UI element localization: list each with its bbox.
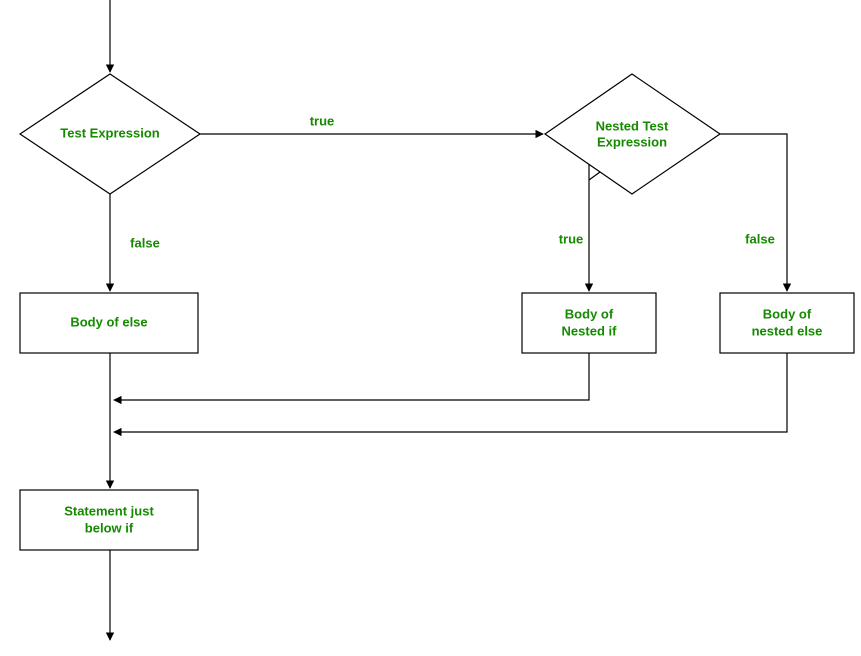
body-of-nested-else-label-l1: Body of [763,306,812,321]
edge-nested-false-label: false [745,231,775,246]
test-expression-decision: Test Expression [20,74,200,194]
body-of-nested-else-label-l2: nested else [752,323,823,338]
body-of-nested-if-label-l1: Body of [565,306,614,321]
statement-below-if-node: Statement just below if [20,490,198,550]
nested-test-expression-label-l2: Expression [597,134,667,149]
body-of-else-label: Body of else [70,314,147,329]
merge-from-nested-if [114,353,589,400]
merge-from-nested-else [114,353,787,432]
edge-nested-false [720,134,787,291]
edge-nested-true-label: true [559,231,584,246]
statement-below-if-label-l2: below if [85,520,134,535]
edge-test-false-label: false [130,235,160,250]
nested-test-expression-label-l1: Nested Test [596,118,669,133]
statement-below-if-label-l1: Statement just [64,503,154,518]
nested-true-stub [589,172,600,180]
body-of-nested-if-node: Body of Nested if [522,293,656,353]
edge-test-true-label: true [310,113,335,128]
body-of-else-node: Body of else [20,293,198,353]
body-of-nested-if-label-l2: Nested if [562,323,618,338]
nested-test-expression-decision: Nested Test Expression [545,74,720,194]
test-expression-label: Test Expression [60,125,160,140]
body-of-nested-else-node: Body of nested else [720,293,854,353]
